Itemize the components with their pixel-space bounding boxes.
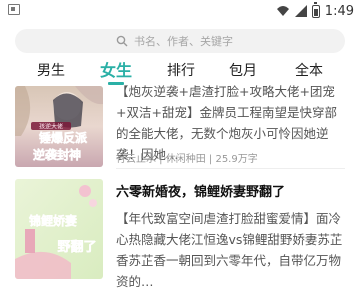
- status-bar: 1:49: [0, 0, 360, 24]
- tab-male[interactable]: 男生: [28, 58, 74, 86]
- book-cover[interactable]: 锦鲤娇妻 野翻了: [15, 179, 103, 279]
- book-description: 【年代致富空间虐渣打脸甜蜜爱情】面冷心热隐藏大佬江恒逸vs锦鲤甜野娇妻苏芷香苏芷…: [116, 211, 343, 289]
- clock: 1:49: [324, 3, 354, 19]
- book-meta: 行云止水 | 休闲种田 | 25.9万字: [116, 154, 258, 165]
- battery-icon: [311, 1, 320, 18]
- signal-icon: [294, 5, 307, 17]
- book-title: 六零新婚夜，锦鲤娇妻野翻了: [116, 185, 286, 200]
- book-item[interactable]: 孩逆大佬 锤爆反派 逆袭封神 【炮灰逆袭+虐渣打脸+攻略大佬+团宠+双洁+甜宠】…: [0, 84, 360, 168]
- search-icon: [116, 35, 128, 47]
- book-item[interactable]: 锦鲤娇妻 野翻了 六零新婚夜，锦鲤娇妻野翻了 【年代致富空间虐渣打脸甜蜜爱情】面…: [0, 179, 360, 289]
- cover-text-line3: 逆袭封神: [33, 147, 81, 162]
- search-input[interactable]: [134, 34, 244, 48]
- cover-text-line2: 野翻了: [57, 239, 96, 255]
- search-bar[interactable]: [15, 29, 345, 53]
- wifi-icon: [276, 6, 289, 16]
- cover-text-line2: 锤爆反派: [39, 130, 88, 145]
- book-cover[interactable]: 孩逆大佬 锤爆反派 逆袭封神: [15, 86, 103, 167]
- cover-text-line1: 孩逆大佬: [39, 123, 63, 131]
- cover-text-line1: 锦鲤娇妻: [29, 213, 77, 228]
- notification-icon: [8, 4, 20, 15]
- divider: [116, 168, 345, 169]
